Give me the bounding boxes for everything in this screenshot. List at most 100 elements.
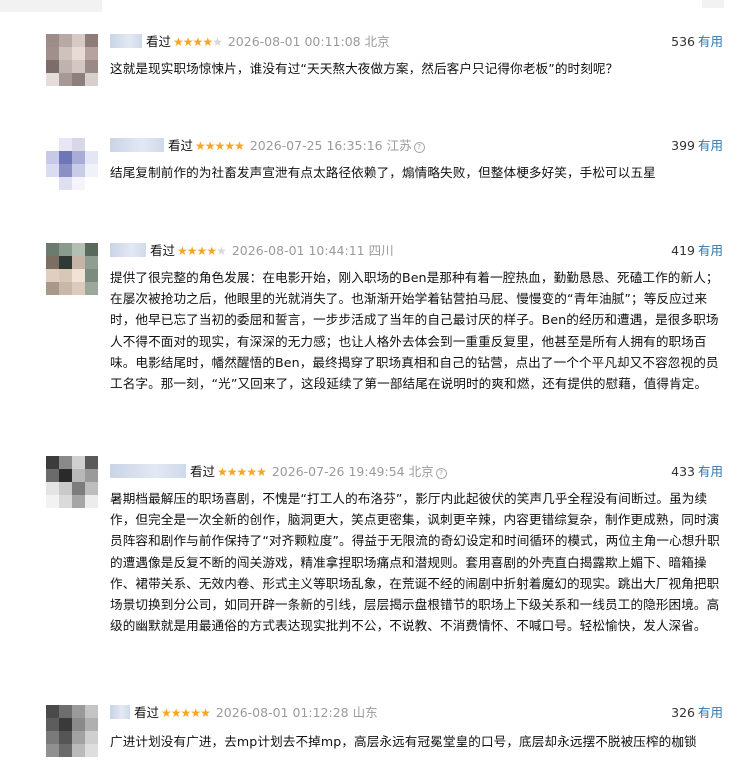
avatar-pixel (72, 151, 85, 164)
rating-stars: ★★★★★ (173, 35, 223, 49)
useful-button[interactable]: 有用 (698, 243, 723, 258)
avatar[interactable] (46, 34, 98, 86)
avatar-pixel (72, 47, 85, 60)
avatar-pixel (59, 34, 72, 47)
avatar-pixel (59, 269, 72, 282)
review-meta: 看过 ★★★★★ 2026-08-01 10:44:11 四川 (110, 243, 394, 259)
watched-label: 看过 (134, 705, 160, 720)
rating-stars: ★★★★★ (177, 244, 227, 258)
review-time: 2026-07-26 19:49:54 (271, 464, 405, 479)
review-content: 这就是现实职场惊悚片，谁没有过“天天熬大夜做方案，然后客户只记得你老板”的时刻呢… (110, 61, 619, 76)
avatar[interactable] (46, 138, 98, 190)
review-content: 提供了很完整的角色发展：在电影开始，刚入职场的Ben是那种有着一腔热血，勤勤恳恳… (110, 270, 719, 392)
star-empty-icon: ★ (212, 35, 223, 49)
star-filled-icon: ★ (256, 465, 267, 479)
avatar-pixel (72, 456, 85, 469)
avatar-pixel (59, 60, 72, 73)
avatar-pixel (85, 177, 98, 190)
useful-votes[interactable]: 399 有用 (671, 138, 723, 154)
star-filled-icon: ★ (234, 139, 245, 153)
useful-button[interactable]: 有用 (698, 34, 723, 49)
avatar[interactable] (46, 705, 98, 757)
avatar-pixel (72, 282, 85, 295)
avatar-pixel (46, 34, 59, 47)
review-time: 2026-08-01 00:11:08 (227, 34, 361, 49)
watched-label: 看过 (190, 464, 216, 479)
avatar-pixel (72, 177, 85, 190)
username-blurred[interactable] (110, 243, 146, 257)
avatar-pixel (46, 256, 59, 269)
avatar-pixel (59, 456, 72, 469)
top-divider-left (0, 0, 102, 12)
review-location: 山东 (352, 705, 378, 720)
review-meta: 看过 ★★★★★ 2026-07-25 16:35:16 江苏? (110, 138, 425, 154)
star-filled-icon: ★ (206, 244, 217, 258)
avatar-pixel (85, 495, 98, 508)
avatar-pixel (46, 456, 59, 469)
username-blurred[interactable] (110, 34, 142, 48)
review-location: 北京 (408, 464, 434, 479)
avatar-pixel (72, 73, 85, 86)
avatar-pixel (59, 282, 72, 295)
avatar-pixel (72, 269, 85, 282)
star-filled-icon: ★ (161, 706, 172, 720)
star-filled-icon: ★ (196, 244, 208, 258)
avatar-pixel (85, 731, 98, 744)
avatar-pixel (72, 469, 85, 482)
username-blurred[interactable] (110, 138, 164, 152)
useful-button[interactable]: 有用 (698, 705, 723, 720)
useful-votes[interactable]: 433 有用 (671, 464, 723, 480)
avatar[interactable] (46, 243, 98, 295)
avatar-pixel (46, 482, 59, 495)
star-filled-icon: ★ (170, 706, 182, 720)
star-filled-icon: ★ (226, 465, 238, 479)
star-filled-icon: ★ (224, 139, 235, 153)
useful-votes[interactable]: 326 有用 (671, 705, 723, 721)
review-meta: 看过 ★★★★★ 2026-08-01 01:12:28 山东 (110, 705, 378, 721)
avatar-pixel (85, 138, 98, 151)
star-filled-icon: ★ (186, 244, 198, 258)
star-filled-icon: ★ (200, 706, 211, 720)
avatar-pixel (85, 34, 98, 47)
avatar-pixel (85, 73, 98, 86)
avatar-pixel (85, 469, 98, 482)
useful-button[interactable]: 有用 (698, 464, 723, 479)
avatar-pixel (59, 482, 72, 495)
username-blurred[interactable] (110, 705, 130, 719)
review-meta: 看过 ★★★★★ 2026-08-01 00:11:08 北京 (110, 34, 390, 50)
useful-button[interactable]: 有用 (698, 138, 723, 153)
useful-votes[interactable]: 536 有用 (671, 34, 723, 50)
avatar-pixel (85, 60, 98, 73)
review-meta: 看过 ★★★★★ 2026-07-26 19:49:54 北京? (110, 464, 447, 480)
avatar-pixel (85, 482, 98, 495)
review-location: 江苏 (386, 138, 412, 153)
ip-info-icon[interactable]: ? (435, 468, 447, 479)
useful-votes[interactable]: 419 有用 (671, 243, 723, 259)
username-blurred[interactable] (110, 464, 186, 478)
watched-label: 看过 (150, 243, 176, 258)
avatar-pixel (85, 456, 98, 469)
avatar-pixel (59, 73, 72, 86)
avatar-pixel (72, 243, 85, 256)
avatar-pixel (46, 495, 59, 508)
avatar-pixel (59, 495, 72, 508)
avatar-pixel (46, 718, 59, 731)
ip-info-icon[interactable]: ? (413, 142, 425, 153)
avatar-pixel (85, 744, 98, 757)
avatar-pixel (46, 705, 59, 718)
avatar[interactable] (46, 456, 98, 508)
avatar-pixel (46, 177, 59, 190)
avatar-pixel (46, 151, 59, 164)
avatar-pixel (85, 243, 98, 256)
star-filled-icon: ★ (190, 706, 201, 720)
star-filled-icon: ★ (177, 244, 188, 258)
avatar-pixel (46, 73, 59, 86)
avatar-pixel (85, 164, 98, 177)
avatar-pixel (85, 705, 98, 718)
review-content: 暑期档最解压的职场喜剧，不愧是“打工人的布洛芬”，影厅内此起彼伏的笑声几乎全程没… (110, 491, 720, 634)
review-time: 2026-08-01 01:12:28 (215, 705, 349, 720)
star-filled-icon: ★ (246, 465, 257, 479)
review-location: 四川 (368, 243, 394, 258)
avatar-pixel (85, 282, 98, 295)
star-filled-icon: ★ (192, 35, 204, 49)
